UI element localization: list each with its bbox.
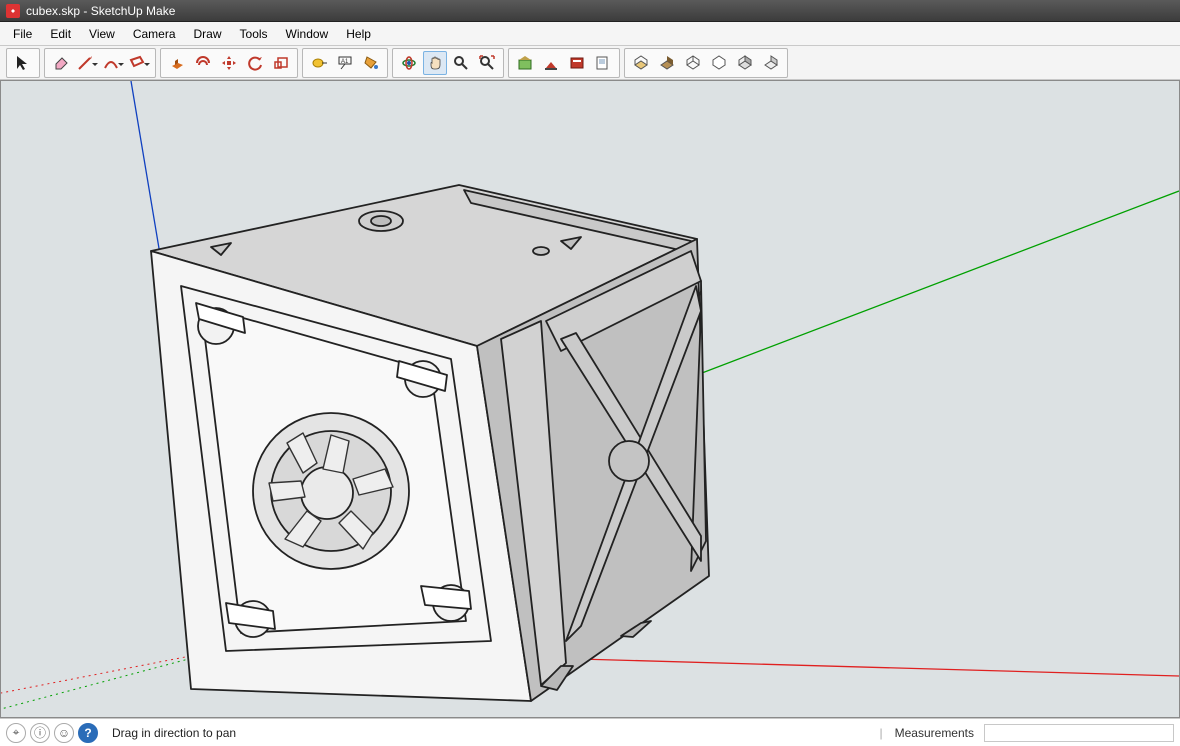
tape-tool[interactable] — [307, 51, 331, 75]
titlebar: cubex.skp - SketchUp Make — [0, 0, 1180, 22]
send-to-layout-icon[interactable] — [591, 51, 615, 75]
zoom-tool[interactable] — [449, 51, 473, 75]
status-hint: Drag in direction to pan — [112, 726, 236, 740]
text-tool[interactable]: A1 — [333, 51, 357, 75]
viewport[interactable] — [0, 80, 1180, 718]
orbit-tool[interactable] — [397, 51, 421, 75]
style-hiddenline-icon[interactable] — [707, 51, 731, 75]
arc-tool[interactable] — [101, 51, 125, 75]
toolbar-group-styles — [624, 48, 788, 78]
menubar: File Edit View Camera Draw Tools Window … — [0, 22, 1180, 46]
help-icon[interactable]: ? — [78, 723, 98, 743]
zoom-extents-tool[interactable] — [475, 51, 499, 75]
model-canvas — [1, 81, 1179, 717]
status-separator: | — [880, 726, 883, 740]
toolbar-group-modify — [160, 48, 298, 78]
style-back-icon[interactable] — [655, 51, 679, 75]
geolocation-icon[interactable]: ⌖ — [6, 723, 26, 743]
rotate-tool[interactable] — [243, 51, 267, 75]
menu-edit[interactable]: Edit — [41, 24, 80, 44]
style-wireframe-icon[interactable] — [681, 51, 705, 75]
style-monochrome-icon[interactable] — [759, 51, 783, 75]
eraser-tool[interactable] — [49, 51, 73, 75]
statusbar: ⌖ ⓘ ☺ ? Drag in direction to pan | Measu… — [0, 718, 1180, 746]
scale-tool[interactable] — [269, 51, 293, 75]
toolbar: A1 — [0, 46, 1180, 80]
menu-draw[interactable]: Draw — [185, 24, 231, 44]
menu-file[interactable]: File — [4, 24, 41, 44]
measurements-label: Measurements — [895, 726, 974, 740]
3d-warehouse-icon[interactable] — [513, 51, 537, 75]
paint-tool[interactable] — [359, 51, 383, 75]
menu-window[interactable]: Window — [277, 24, 338, 44]
toolbar-group-draw — [44, 48, 156, 78]
upload-warehouse-icon[interactable] — [539, 51, 563, 75]
offset-tool[interactable] — [191, 51, 215, 75]
pushpull-tool[interactable] — [165, 51, 189, 75]
toolbar-group-select — [6, 48, 40, 78]
menu-view[interactable]: View — [80, 24, 124, 44]
move-tool[interactable] — [217, 51, 241, 75]
profile-icon[interactable]: ☺ — [54, 723, 74, 743]
style-shaded-icon[interactable] — [733, 51, 757, 75]
window-title: cubex.skp - SketchUp Make — [26, 4, 175, 18]
line-tool[interactable] — [75, 51, 99, 75]
select-tool[interactable] — [11, 51, 35, 75]
toolbar-group-measure: A1 — [302, 48, 388, 78]
extension-warehouse-icon[interactable] — [565, 51, 589, 75]
app-icon — [6, 4, 20, 18]
menu-camera[interactable]: Camera — [124, 24, 185, 44]
toolbar-group-camera — [392, 48, 504, 78]
rectangle-tool[interactable] — [127, 51, 151, 75]
style-xray-icon[interactable] — [629, 51, 653, 75]
measurements-input[interactable] — [984, 724, 1174, 742]
menu-tools[interactable]: Tools — [231, 24, 277, 44]
menu-help[interactable]: Help — [337, 24, 380, 44]
pan-tool[interactable] — [423, 51, 447, 75]
credits-icon[interactable]: ⓘ — [30, 723, 50, 743]
toolbar-group-warehouse — [508, 48, 620, 78]
